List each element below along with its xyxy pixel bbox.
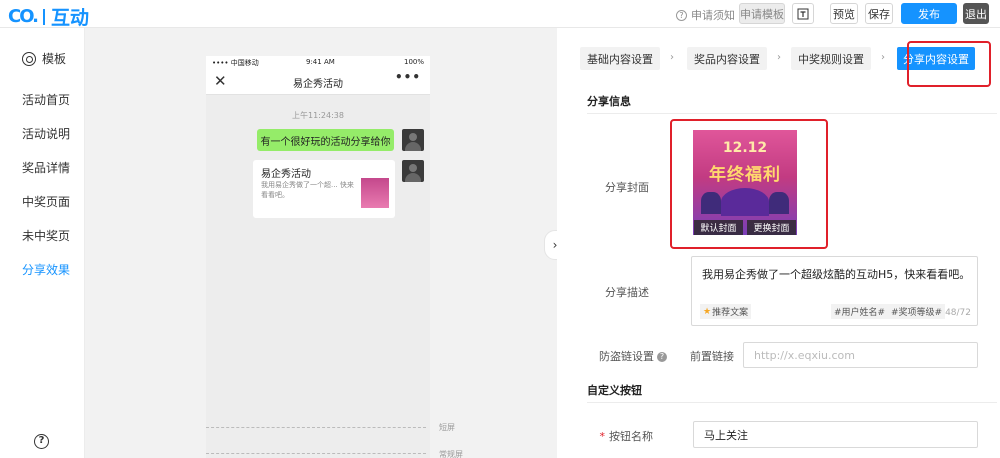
star-icon: ★ [703,306,712,317]
phone-time: 9:41 AM [306,58,335,66]
preview-button[interactable]: 预览 [830,3,858,24]
cover-decoration [769,192,789,214]
sidebar: 模板 活动首页 活动说明 奖品详情 中奖页面 未中奖页 分享效果 ? [0,28,85,458]
share-desc-value: 我用易企秀做了一个超级炫酷的互动H5，快来看看吧。 [702,268,971,281]
help-text: 申请须知 [691,9,735,22]
cover-label: 分享封面 [605,181,649,194]
desc-label: 分享描述 [605,286,649,299]
share-desc-textarea[interactable]: 我用易企秀做了一个超级炫酷的互动H5，快来看看吧。 ★ 推荐文案 #用户姓名# … [691,256,978,326]
sidebar-item-description[interactable]: 活动说明 [22,125,70,142]
step-rules[interactable]: 中奖规则设置 [791,47,871,70]
char-counter: 48/72 [945,308,971,318]
button-name-label: * 按钮名称 [587,428,654,444]
template-icon [22,51,36,66]
prize-level-tag[interactable]: #奖项等级# [888,304,946,319]
prefix-link-label: 前置链接 [690,350,734,363]
help-link[interactable]: ? 申请须知 [676,7,735,23]
phone-preview: •••• 中国移动 9:41 AM 100% ✕ 易企秀活动 ••• 上午11:… [206,56,430,458]
chat-message: 有一个很好玩的活动分享给你 [257,129,394,151]
cover-decoration [701,192,721,214]
step-arrow-icon: › [777,52,781,63]
share-cover-image: 12.12 年终福利 默认封面 更换封面 [693,130,797,235]
top-bar: CO. 互动 ? 申请须知 申请模板 预览 保存 发布 退出 [0,0,1000,30]
anti-theft-label: 防盗链设置? [577,348,667,364]
step-arrow-icon: › [670,52,674,63]
recommend-copy-label: 推荐文案 [712,308,749,318]
text-frame-icon [797,8,809,19]
step-basic[interactable]: 基础内容设置 [580,47,660,70]
sidebar-header-label: 模板 [42,52,67,66]
help-icon[interactable]: ? [34,434,49,449]
button-name-value: 马上关注 [704,428,748,442]
button-name-text: 按钮名称 [609,430,653,443]
avatar [402,129,424,151]
eqxiu-logo-icon: CO. [8,6,39,27]
change-cover-button[interactable]: 更换封面 [747,220,796,235]
cover-decoration [721,188,769,216]
normal-screen-line [206,453,426,454]
settings-panel: 基础内容设置 › 奖品内容设置 › 中奖规则设置 › 分享内容设置 分享信息 分… [557,28,1000,458]
phone-status-bar: •••• 中国移动 9:41 AM 100% [206,56,430,68]
share-card: 易企秀活动 我用易企秀做了一个超... 快来看看吧。 [253,160,395,218]
save-button[interactable]: 保存 [865,3,893,24]
username-tag[interactable]: #用户姓名# [831,304,889,319]
question-icon[interactable]: ? [657,352,667,362]
preview-area: •••• 中国移动 9:41 AM 100% ✕ 易企秀活动 ••• 上午11:… [85,28,557,458]
logo-text: 互动 [50,7,89,29]
section-title-share: 分享信息 [587,95,631,108]
prefix-link-input[interactable]: http://x.eqxiu.com [743,342,978,368]
carrier: •••• 中国移动 [212,59,259,67]
text-format-button[interactable] [792,3,814,24]
share-card-thumbnail [361,178,389,208]
recommend-copy-tag[interactable]: ★ 推荐文案 [700,304,752,319]
share-card-desc: 我用易企秀做了一个超... 快来看看吧。 [261,181,354,199]
section-title-custom-button: 自定义按钮 [587,384,642,397]
cover-title-date: 12.12 [722,140,768,156]
button-name-input[interactable]: 马上关注 [693,421,978,448]
avatar [402,160,424,182]
sidebar-item-share[interactable]: 分享效果 [22,261,70,278]
sidebar-item-prizes[interactable]: 奖品详情 [22,159,70,176]
short-screen-line [206,427,426,428]
divider [587,113,997,114]
chat-timestamp: 上午11:24:38 [292,111,344,120]
publish-button[interactable]: 发布 [901,3,957,24]
prefix-link-placeholder: http://x.eqxiu.com [754,348,855,362]
sidebar-item-lose-page[interactable]: 未中奖页 [22,227,70,244]
divider [587,402,997,403]
short-screen-label: 短屏 [439,423,455,432]
phone-nav-bar: ✕ 易企秀活动 ••• [206,68,430,95]
cover-title-text: 年终福利 [709,165,781,185]
anti-theft-text: 防盗链设置 [599,350,654,363]
default-cover-button[interactable]: 默认封面 [694,220,743,235]
sidebar-item-win-page[interactable]: 中奖页面 [22,193,70,210]
share-card-title: 易企秀活动 [261,169,311,180]
required-asterisk: * [599,430,606,443]
exit-button[interactable]: 退出 [963,3,989,24]
sidebar-header[interactable]: 模板 [22,50,66,67]
battery: 100% [403,58,424,66]
question-icon: ? [676,9,687,21]
sidebar-item-home[interactable]: 活动首页 [22,91,70,108]
highlight-box [907,41,991,87]
logo-divider [42,8,45,25]
step-arrow-icon: › [881,52,885,63]
more-icon: ••• [394,70,421,84]
step-prizes[interactable]: 奖品内容设置 [687,47,767,70]
app-logo[interactable]: CO. 互动 [8,3,89,30]
apply-template-button[interactable]: 申请模板 [739,3,785,24]
normal-screen-label: 常规屏 [439,450,463,458]
